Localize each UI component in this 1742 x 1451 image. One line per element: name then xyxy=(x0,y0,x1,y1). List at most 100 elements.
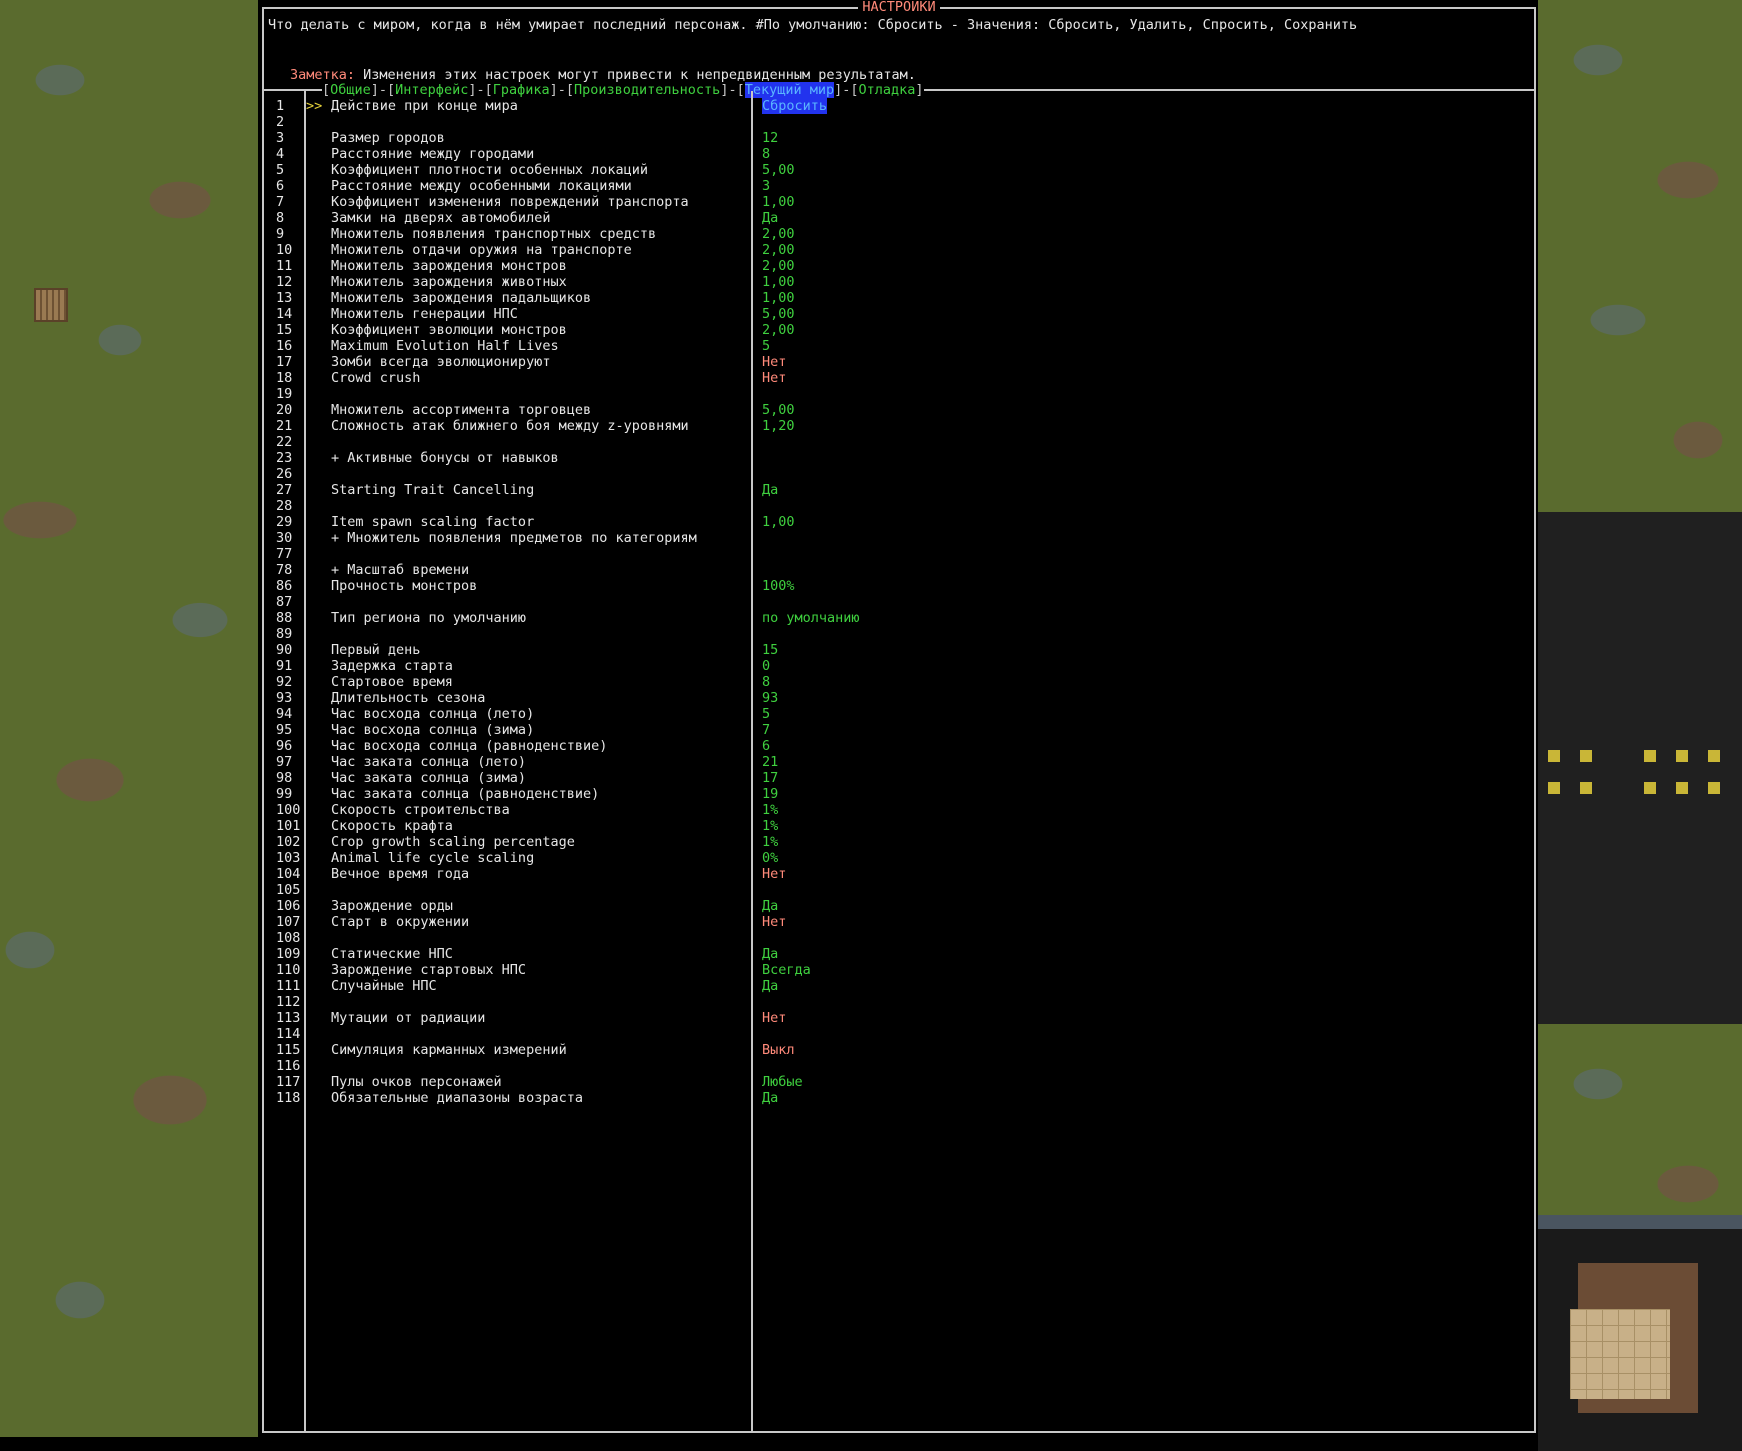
option-value[interactable]: Нет xyxy=(762,866,786,882)
option-row[interactable]: 86 Прочность монстров 100% xyxy=(264,578,1534,594)
option-row[interactable]: 88 Тип региона по умолчанию по умолчанию xyxy=(264,610,1534,626)
option-value[interactable]: 0 xyxy=(762,658,770,674)
option-row[interactable]: 22 xyxy=(264,434,1534,450)
option-row[interactable]: 111 Случайные НПС Да xyxy=(264,978,1534,994)
tab-1[interactable]: Общие xyxy=(330,82,371,98)
option-row[interactable]: 98 Час заката солнца (зима) 17 xyxy=(264,770,1534,786)
option-row[interactable]: 5 Коэффициент плотности особенных локаций… xyxy=(264,162,1534,178)
option-value[interactable]: 100% xyxy=(762,578,795,594)
option-value[interactable]: Нет xyxy=(762,914,786,930)
option-value[interactable]: 2,00 xyxy=(762,258,795,274)
option-value[interactable]: Нет xyxy=(762,370,786,386)
option-value[interactable]: 8 xyxy=(762,674,770,690)
option-row[interactable]: 27 Starting Trait Cancelling Да xyxy=(264,482,1534,498)
option-row[interactable]: 104 Вечное время года Нет xyxy=(264,866,1534,882)
option-value[interactable]: Нет xyxy=(762,1010,786,1026)
tab-2[interactable]: Интерфейс xyxy=(395,82,468,98)
option-value[interactable]: 8 xyxy=(762,146,770,162)
option-row[interactable]: 115 Симуляция карманных измерений Выкл xyxy=(264,1042,1534,1058)
option-row[interactable]: 1 >> Действие при конце мира Сбросить xyxy=(264,98,1534,114)
option-row[interactable]: 23 + Активные бонусы от навыков xyxy=(264,450,1534,466)
option-row[interactable]: 114 xyxy=(264,1026,1534,1042)
option-row[interactable]: 101 Скорость крафта 1% xyxy=(264,818,1534,834)
option-row[interactable]: 8 Замки на дверях автомобилей Да xyxy=(264,210,1534,226)
option-row[interactable]: 103 Animal life cycle scaling 0% xyxy=(264,850,1534,866)
option-value[interactable]: Да xyxy=(762,898,778,914)
option-row[interactable]: 12 Множитель зарождения животных 1,00 xyxy=(264,274,1534,290)
option-row[interactable]: 14 Множитель генерации НПС 5,00 xyxy=(264,306,1534,322)
option-value[interactable]: 1,20 xyxy=(762,418,795,434)
option-value[interactable]: 5 xyxy=(762,338,770,354)
option-row[interactable]: 11 Множитель зарождения монстров 2,00 xyxy=(264,258,1534,274)
option-row[interactable]: 6 Расстояние между особенными локациями 3 xyxy=(264,178,1534,194)
option-value[interactable]: Выкл xyxy=(762,1042,795,1058)
option-row[interactable]: 93 Длительность сезона 93 xyxy=(264,690,1534,706)
option-row[interactable]: 113 Мутации от радиации Нет xyxy=(264,1010,1534,1026)
option-row[interactable]: 18 Crowd crush Нет xyxy=(264,370,1534,386)
option-value[interactable]: 1,00 xyxy=(762,290,795,306)
tab-6[interactable]: Отладка xyxy=(859,82,916,98)
option-row[interactable]: 95 Час восхода солнца (зима) 7 xyxy=(264,722,1534,738)
option-row[interactable]: 17 Зомби всегда эволюционируют Нет xyxy=(264,354,1534,370)
option-row[interactable]: 16 Maximum Evolution Half Lives 5 xyxy=(264,338,1534,354)
option-row[interactable]: 91 Задержка старта 0 xyxy=(264,658,1534,674)
option-row[interactable]: 92 Стартовое время 8 xyxy=(264,674,1534,690)
option-row[interactable]: 89 xyxy=(264,626,1534,642)
option-value[interactable]: Нет xyxy=(762,354,786,370)
option-row[interactable]: 2 xyxy=(264,114,1534,130)
option-row[interactable]: 7 Коэффициент изменения повреждений транс… xyxy=(264,194,1534,210)
option-row[interactable]: 105 xyxy=(264,882,1534,898)
option-value[interactable]: 1% xyxy=(762,802,778,818)
option-row[interactable]: 110 Зарождение стартовых НПС Всегда xyxy=(264,962,1534,978)
option-value[interactable]: по умолчанию xyxy=(762,610,860,626)
option-value[interactable]: 21 xyxy=(762,754,778,770)
option-value[interactable]: Всегда xyxy=(762,962,811,978)
option-row[interactable]: 20 Множитель ассортимента торговцев 5,00 xyxy=(264,402,1534,418)
option-row[interactable]: 99 Час заката солнца (равноденствие) 19 xyxy=(264,786,1534,802)
option-row[interactable]: 100 Скорость строительства 1% xyxy=(264,802,1534,818)
option-value[interactable]: Да xyxy=(762,1090,778,1106)
option-row[interactable]: 26 xyxy=(264,466,1534,482)
option-value[interactable]: 2,00 xyxy=(762,226,795,242)
option-value[interactable]: Любые xyxy=(762,1074,803,1090)
option-row[interactable]: 28 xyxy=(264,498,1534,514)
option-row[interactable]: 87 xyxy=(264,594,1534,610)
option-value[interactable]: 93 xyxy=(762,690,778,706)
option-value[interactable]: 1,00 xyxy=(762,274,795,290)
option-row[interactable]: 19 xyxy=(264,386,1534,402)
option-row[interactable]: 9 Множитель появления транспортных средст… xyxy=(264,226,1534,242)
option-row[interactable]: 97 Час заката солнца (лето) 21 xyxy=(264,754,1534,770)
option-row[interactable]: 118 Обязательные диапазоны возраста Да xyxy=(264,1090,1534,1106)
option-value[interactable]: 5,00 xyxy=(762,162,795,178)
option-value[interactable]: 7 xyxy=(762,722,770,738)
option-value[interactable]: 5,00 xyxy=(762,402,795,418)
option-value[interactable]: 1,00 xyxy=(762,514,795,530)
tab-3[interactable]: Графика xyxy=(493,82,550,98)
option-row[interactable]: 109 Статические НПС Да xyxy=(264,946,1534,962)
option-value[interactable]: 17 xyxy=(762,770,778,786)
option-row[interactable]: 29 Item spawn scaling factor 1,00 xyxy=(264,514,1534,530)
option-value[interactable]: 5 xyxy=(762,706,770,722)
option-row[interactable]: 13 Множитель зарождения падальщиков 1,00 xyxy=(264,290,1534,306)
option-value[interactable]: 12 xyxy=(762,130,778,146)
tab-4[interactable]: Производительность xyxy=(574,82,720,98)
option-row[interactable]: 77 xyxy=(264,546,1534,562)
option-row[interactable]: 30 + Множитель появления предметов по кат… xyxy=(264,530,1534,546)
option-row[interactable]: 112 xyxy=(264,994,1534,1010)
option-row[interactable]: 116 xyxy=(264,1058,1534,1074)
option-value[interactable]: Да xyxy=(762,482,778,498)
option-value[interactable]: 15 xyxy=(762,642,778,658)
option-row[interactable]: 106 Зарождение орды Да xyxy=(264,898,1534,914)
option-row[interactable]: 94 Час восхода солнца (лето) 5 xyxy=(264,706,1534,722)
option-row[interactable]: 90 Первый день 15 xyxy=(264,642,1534,658)
option-value[interactable]: 5,00 xyxy=(762,306,795,322)
option-value[interactable]: 19 xyxy=(762,786,778,802)
option-value[interactable]: 6 xyxy=(762,738,770,754)
option-row[interactable]: 102 Crop growth scaling percentage 1% xyxy=(264,834,1534,850)
option-row[interactable]: 4 Расстояние между городами 8 xyxy=(264,146,1534,162)
option-value[interactable]: Да xyxy=(762,210,778,226)
option-value[interactable]: Да xyxy=(762,978,778,994)
option-row[interactable]: 3 Размер городов 12 xyxy=(264,130,1534,146)
option-value[interactable]: 0% xyxy=(762,850,778,866)
option-row[interactable]: 117 Пулы очков персонажей Любые xyxy=(264,1074,1534,1090)
